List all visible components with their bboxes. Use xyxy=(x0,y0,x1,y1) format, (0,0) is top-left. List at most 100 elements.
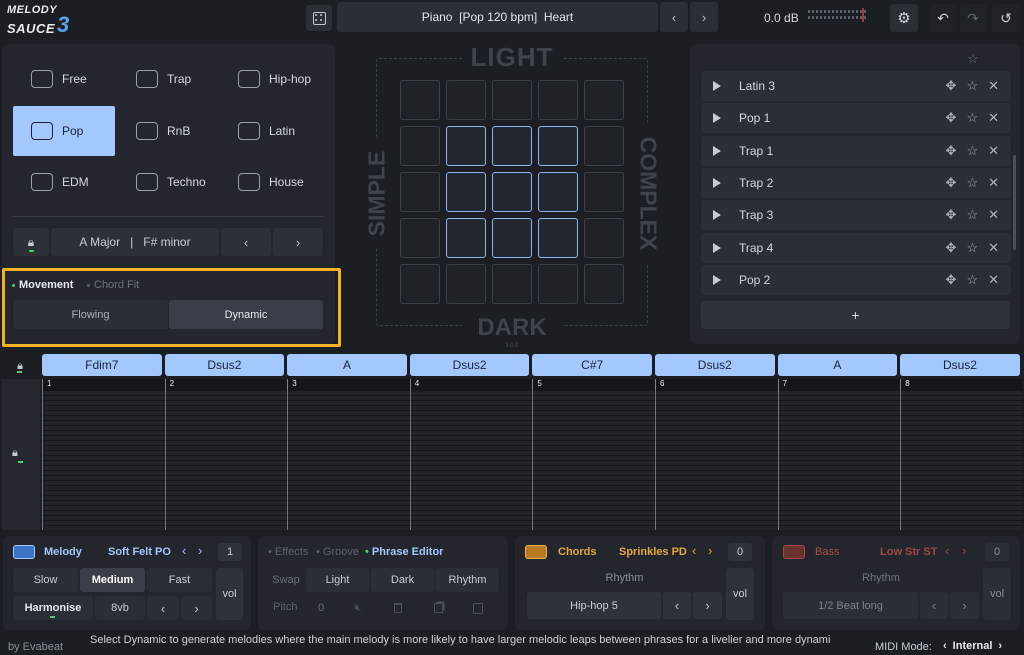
close-icon[interactable]: ✕ xyxy=(988,110,999,126)
genre-latin-button[interactable]: Latin xyxy=(220,106,322,156)
paste-phrase-button[interactable] xyxy=(460,596,496,620)
dynamic-button[interactable]: Dynamic xyxy=(169,300,323,329)
tab-chord-fit[interactable]: Chord Fit xyxy=(87,279,139,291)
grid-cell[interactable] xyxy=(446,172,486,212)
genre-hip-hop-button[interactable]: Hip-hop xyxy=(220,54,322,104)
preset-list-item[interactable]: Latin 3 ✥ ☆ ✕ xyxy=(701,71,1011,101)
grid-cell[interactable] xyxy=(446,80,486,120)
bass-rhythm-prev[interactable]: ‹ xyxy=(920,592,948,619)
grid-cell[interactable] xyxy=(492,126,532,166)
genre-pop-button[interactable]: Pop xyxy=(13,106,115,156)
chevron-left-icon[interactable]: ‹ xyxy=(943,640,947,652)
move-icon[interactable]: ✥ xyxy=(946,207,957,223)
grid-cell[interactable] xyxy=(538,264,578,304)
grid-cell[interactable] xyxy=(492,264,532,304)
chords-inst-next[interactable]: › xyxy=(708,543,712,558)
star-icon[interactable]: ☆ xyxy=(966,143,978,159)
chords-octave[interactable]: 0 xyxy=(728,543,752,561)
melody-vol-button[interactable]: vol xyxy=(216,568,243,620)
chords-rhythm-prev[interactable]: ‹ xyxy=(663,592,691,619)
grid-cell[interactable] xyxy=(584,264,624,304)
play-icon[interactable] xyxy=(713,210,721,221)
chords-instrument[interactable]: Sprinkles PD xyxy=(619,546,687,558)
copy-phrase-button[interactable] xyxy=(420,596,456,620)
grid-cell[interactable] xyxy=(584,172,624,212)
bass-toggle[interactable] xyxy=(783,545,805,559)
genre-rnb-button[interactable]: RnB xyxy=(118,106,220,156)
chord-slot[interactable]: A xyxy=(287,354,407,376)
octave-shift-next[interactable]: › xyxy=(181,596,212,620)
close-icon[interactable]: ✕ xyxy=(988,143,999,159)
genre-free-button[interactable]: Free xyxy=(13,54,115,104)
preset-list-item[interactable]: Trap 2 ✥ ☆ ✕ xyxy=(701,167,1011,198)
move-icon[interactable]: ✥ xyxy=(946,240,957,256)
play-icon[interactable] xyxy=(713,113,721,124)
history-button[interactable]: ↺ xyxy=(992,4,1020,32)
move-icon[interactable]: ✥ xyxy=(946,110,957,126)
bass-inst-prev[interactable]: ‹ xyxy=(945,543,949,558)
preset-list-item[interactable]: Trap 1 ✥ ☆ ✕ xyxy=(701,135,1011,166)
grid-cell[interactable] xyxy=(400,126,440,166)
delete-phrase-button[interactable] xyxy=(380,596,416,620)
chords-rhythm-next[interactable]: › xyxy=(693,592,722,619)
close-icon[interactable]: ✕ xyxy=(988,272,999,288)
pitch-value[interactable]: 0 xyxy=(306,596,336,620)
chord-slot[interactable]: Fdim7 xyxy=(42,354,162,376)
chevron-right-icon[interactable]: › xyxy=(998,640,1002,652)
scrollbar[interactable] xyxy=(1013,155,1016,250)
genre-trap-button[interactable]: Trap xyxy=(118,54,220,104)
tab-movement[interactable]: Movement xyxy=(12,279,73,291)
grid-cell[interactable] xyxy=(584,126,624,166)
dark-button[interactable]: Dark xyxy=(371,568,434,592)
star-icon[interactable]: ☆ xyxy=(966,272,978,288)
melody-octave[interactable]: 1 xyxy=(218,543,242,561)
melody-inst-prev[interactable]: ‹ xyxy=(182,543,186,558)
flowing-button[interactable]: Flowing xyxy=(13,300,168,329)
play-icon[interactable] xyxy=(713,145,721,156)
preset-prev-button[interactable]: ‹ xyxy=(660,2,688,32)
close-icon[interactable]: ✕ xyxy=(988,175,999,191)
redo-button[interactable]: ↷ xyxy=(960,4,986,32)
key-selector[interactable]: A Major | F# minor xyxy=(51,228,219,256)
preset-list-item[interactable]: Trap 4 ✥ ☆ ✕ xyxy=(701,232,1011,263)
key-prev-button[interactable]: ‹ xyxy=(221,228,271,256)
tab-groove[interactable]: • Groove xyxy=(316,546,359,558)
melody-instrument[interactable]: Soft Felt PO xyxy=(108,546,171,558)
grid-cell[interactable] xyxy=(538,80,578,120)
chord-slot[interactable]: Dsus2 xyxy=(164,354,285,376)
grid-cell[interactable] xyxy=(584,218,624,258)
light-button[interactable]: Light xyxy=(306,568,369,592)
chords-vol-button[interactable]: vol xyxy=(726,568,754,620)
star-icon[interactable]: ☆ xyxy=(966,240,978,256)
bass-octave[interactable]: 0 xyxy=(985,543,1009,561)
move-icon[interactable]: ✥ xyxy=(946,272,957,288)
grid-cell[interactable] xyxy=(400,80,440,120)
grid-cell[interactable] xyxy=(492,80,532,120)
chord-slot[interactable]: Dsus2 xyxy=(409,354,530,376)
play-icon[interactable] xyxy=(713,242,721,253)
grid-cell[interactable] xyxy=(492,218,532,258)
chords-toggle[interactable] xyxy=(525,545,547,559)
grid-cell[interactable] xyxy=(446,126,486,166)
key-next-button[interactable]: › xyxy=(273,228,323,256)
tab-effects[interactable]: • Effects xyxy=(268,546,308,558)
chord-slot[interactable]: C#7 xyxy=(532,354,652,376)
grid-cell[interactable] xyxy=(492,172,532,212)
bass-inst-next[interactable]: › xyxy=(962,543,966,558)
rhythm-button[interactable]: Rhythm xyxy=(436,568,499,592)
melody-slow-button[interactable]: Slow xyxy=(13,568,78,592)
play-icon[interactable] xyxy=(713,81,721,91)
star-icon[interactable]: ☆ xyxy=(966,207,978,223)
add-preset-button[interactable]: + xyxy=(701,301,1010,329)
settings-button[interactable]: ⚙ xyxy=(890,4,918,32)
genre-techno-button[interactable]: Techno xyxy=(118,157,220,207)
bass-rhythm-select[interactable]: 1/2 Beat long xyxy=(783,592,918,619)
grid-cell[interactable] xyxy=(446,218,486,258)
melody-toggle[interactable] xyxy=(13,545,35,559)
grid-cell[interactable] xyxy=(584,80,624,120)
octave-shift-button[interactable]: 8vb xyxy=(95,596,145,620)
bass-rhythm-next[interactable]: › xyxy=(950,592,979,619)
grid-cell[interactable] xyxy=(400,172,440,212)
chords-rhythm-select[interactable]: Hip-hop 5 xyxy=(527,592,661,619)
genre-edm-button[interactable]: EDM xyxy=(13,157,115,207)
